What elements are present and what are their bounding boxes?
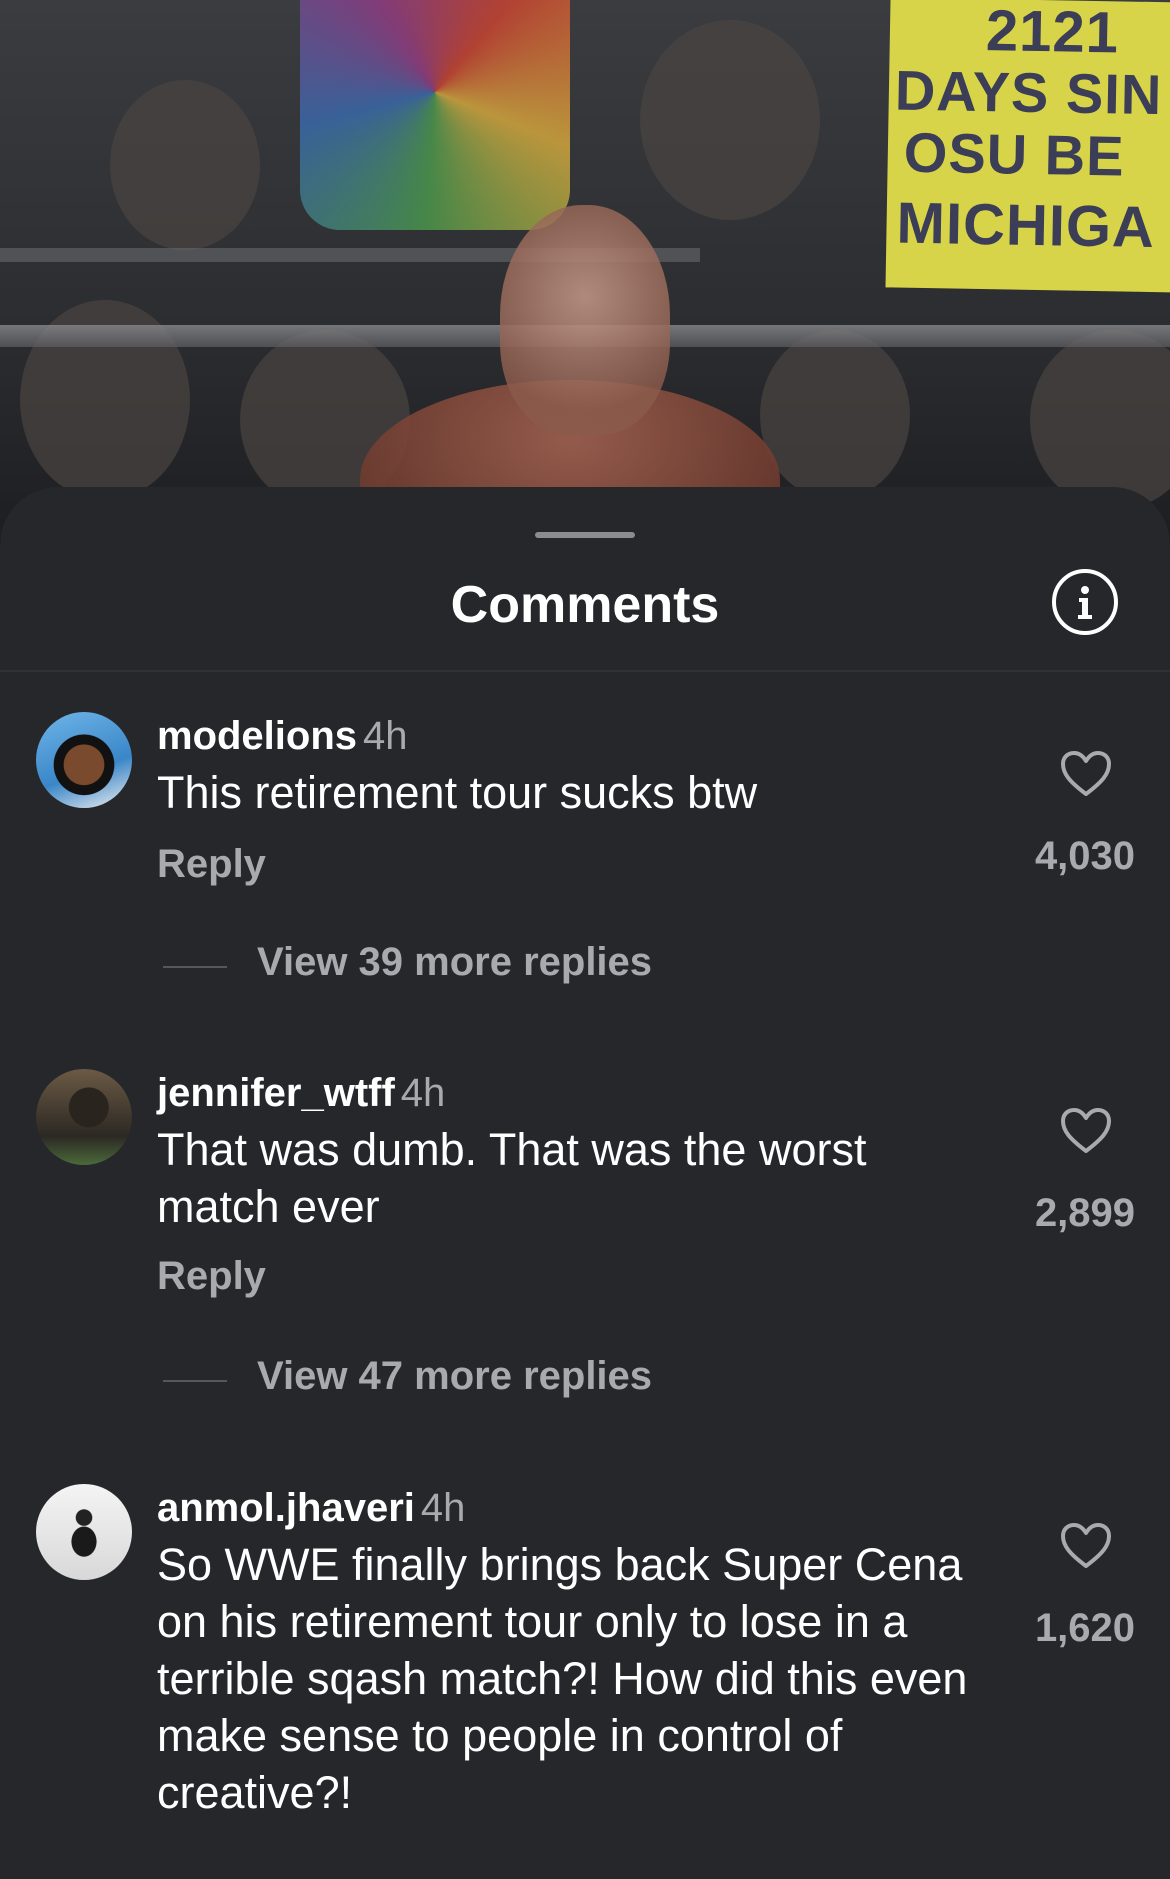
comment-username[interactable]: jennifer_wtff bbox=[157, 1071, 395, 1115]
replies-divider bbox=[163, 1380, 227, 1382]
comment-item: jennifer_wtff 4h That was dumb. That was … bbox=[0, 1069, 1170, 1398]
like-count: 4,030 bbox=[1034, 834, 1136, 878]
avatar[interactable] bbox=[36, 712, 132, 808]
replies-divider bbox=[163, 966, 227, 968]
comment-item: anmol.jhaveri 4h So WWE finally brings ba… bbox=[0, 1484, 1170, 1844]
comment-username[interactable]: modelions bbox=[157, 714, 357, 758]
view-replies-label[interactable]: View 47 more replies bbox=[257, 1354, 652, 1399]
comments-sheet: Comments modelions 4h This retirement tou… bbox=[0, 487, 1170, 1879]
like-count: 1,620 bbox=[1034, 1606, 1136, 1650]
comment-text: That was dumb. That was the worst match … bbox=[157, 1124, 867, 1232]
reply-button[interactable]: Reply bbox=[157, 1254, 266, 1299]
sheet-title: Comments bbox=[450, 576, 720, 634]
video-background: 2121 DAYS SIN OSU BE MICHIGA bbox=[0, 0, 1170, 540]
info-icon[interactable] bbox=[1052, 569, 1118, 635]
drag-handle[interactable] bbox=[535, 532, 635, 538]
comment-text: So WWE finally brings back Super Cena on… bbox=[157, 1539, 968, 1818]
info-glyph bbox=[1078, 586, 1092, 619]
wrestler-head bbox=[500, 205, 670, 435]
comment-text: This retirement tour sucks btw bbox=[157, 767, 758, 818]
heart-icon[interactable] bbox=[1060, 1522, 1112, 1570]
like-count: 2,899 bbox=[1034, 1191, 1136, 1235]
crowd-person bbox=[640, 20, 820, 220]
comment-username[interactable]: anmol.jhaveri bbox=[157, 1486, 415, 1530]
crowd-shirt bbox=[300, 0, 570, 230]
comment-header: modelions 4h bbox=[157, 714, 408, 759]
comment-item: modelions 4h This retirement tour sucks b… bbox=[0, 712, 1170, 1012]
comment-header: anmol.jhaveri 4h bbox=[157, 1486, 465, 1531]
sign-text: DAYS SIN bbox=[894, 58, 1163, 127]
crowd-person bbox=[760, 330, 910, 500]
crowd-person bbox=[1030, 330, 1170, 510]
view-replies-label[interactable]: View 39 more replies bbox=[257, 940, 652, 985]
comment-time: 4h bbox=[400, 1071, 446, 1115]
sheet-header: Comments bbox=[0, 487, 1170, 672]
crowd-person bbox=[110, 80, 260, 250]
comment-time: 4h bbox=[420, 1486, 466, 1530]
sign-text: MICHIGA bbox=[896, 190, 1156, 261]
avatar[interactable] bbox=[36, 1069, 132, 1165]
comment-header: jennifer_wtff 4h bbox=[157, 1071, 445, 1116]
sign-text: OSU BE bbox=[903, 120, 1126, 188]
heart-icon[interactable] bbox=[1060, 750, 1112, 798]
comment-time: 4h bbox=[363, 714, 408, 758]
avatar[interactable] bbox=[36, 1484, 132, 1580]
heart-icon[interactable] bbox=[1060, 1107, 1112, 1155]
reply-button[interactable]: Reply bbox=[157, 842, 266, 887]
fan-sign: 2121 DAYS SIN OSU BE MICHIGA bbox=[885, 0, 1170, 293]
